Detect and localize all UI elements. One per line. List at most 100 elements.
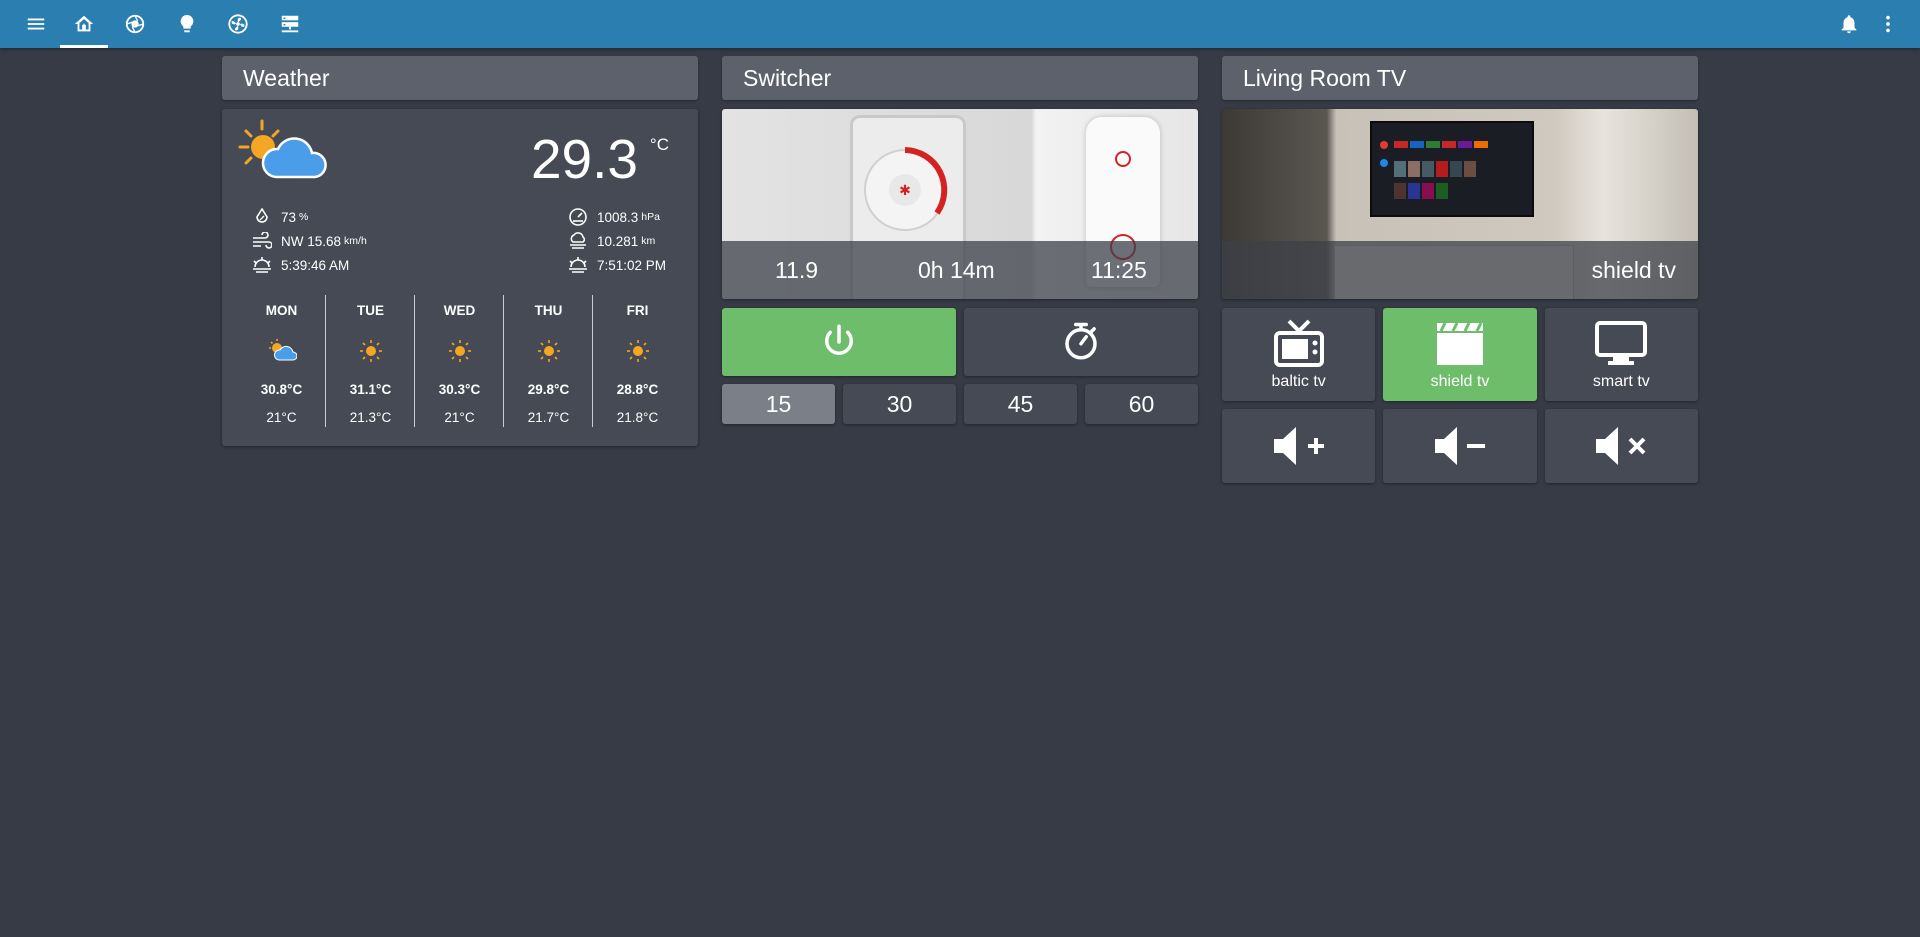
wind-icon xyxy=(253,232,272,249)
volume-plus-icon xyxy=(1273,427,1324,465)
wind-row: NW 15.68 km/h xyxy=(252,232,367,250)
forecast-day: THU 29.8°C 21.7°C xyxy=(503,295,593,427)
visibility-row: 10.281 km xyxy=(568,232,655,250)
pressure-unit: hPa xyxy=(641,211,660,223)
volume-mute-icon xyxy=(1596,427,1646,465)
timer-preset-15[interactable]: 15 xyxy=(722,384,835,424)
tab-servers[interactable] xyxy=(272,6,308,42)
timer-button[interactable] xyxy=(964,308,1198,376)
source-label: baltic tv xyxy=(1271,372,1326,390)
forecast-high: 29.8°C xyxy=(527,382,570,397)
switcher-picture-card[interactable]: ✱ 11.9 0h 14m 11:25 xyxy=(722,109,1198,299)
timer-preset-60[interactable]: 60 xyxy=(1085,384,1198,424)
menu-button[interactable] xyxy=(18,6,54,42)
switcher-title: Switcher xyxy=(722,56,1198,100)
source-shield-tv-button[interactable]: shield tv xyxy=(1383,308,1537,401)
tv-controls: baltic tv shield tv smart tv xyxy=(1222,308,1698,483)
tab-camera[interactable] xyxy=(117,6,153,42)
sunny-icon xyxy=(626,340,649,362)
server-icon xyxy=(281,15,299,33)
timer-dial-graphic: ✱ xyxy=(864,147,948,231)
power-icon xyxy=(825,324,853,355)
sunrise-icon xyxy=(253,257,271,273)
forecast-high: 31.1°C xyxy=(349,382,392,397)
forecast-high: 30.3°C xyxy=(438,382,481,397)
active-tab-indicator xyxy=(60,45,108,48)
volume-up-button[interactable] xyxy=(1222,409,1376,483)
humidity-row: 73% xyxy=(252,208,308,226)
tab-lights[interactable] xyxy=(169,6,205,42)
tv-title: Living Room TV xyxy=(1222,56,1698,100)
temperature-unit: °C xyxy=(649,135,669,154)
forecast-day-name: TUE xyxy=(357,303,384,318)
monitor-icon xyxy=(1595,320,1648,365)
power-toggle-button[interactable] xyxy=(722,308,956,376)
tv-screen-image xyxy=(1370,121,1534,217)
forecast-day: WED 30.3°C 21°C xyxy=(414,295,504,427)
weather-card[interactable]: 29.3 °C 73% NW 15.68 km/h 5:39:46 AM 1008… xyxy=(222,109,698,446)
weather-column: Weather 29.3 °C 73% NW 15.68 km/h 5:39:46… xyxy=(222,56,698,446)
current-temperature: 29.3 xyxy=(530,128,638,190)
bell-icon xyxy=(1841,15,1857,34)
visibility-value: 10.281 xyxy=(597,233,639,249)
auto-off-time: 11:25 xyxy=(1091,257,1147,283)
humidity-unit: % xyxy=(299,211,309,223)
humidity-icon xyxy=(256,208,268,223)
tv-column: Living Room TV shield tv baltic tv shiel… xyxy=(1222,56,1698,483)
switcher-info-overlay: 11.9 0h 14m 11:25 xyxy=(722,241,1198,299)
pressure-row: 1008.3 hPa xyxy=(568,208,660,226)
sunny-icon xyxy=(537,340,560,362)
menu-icon xyxy=(27,18,45,30)
partly-cloudy-icon xyxy=(268,339,297,361)
forecast-day-name: FRI xyxy=(626,303,649,318)
fan-icon xyxy=(228,14,248,34)
volume-mute-button[interactable] xyxy=(1544,409,1698,483)
source-label: smart tv xyxy=(1592,372,1650,390)
tv-info-overlay: shield tv xyxy=(1222,241,1698,299)
forecast-day-name: THU xyxy=(534,303,563,318)
tv-picture-card[interactable]: shield tv xyxy=(1222,109,1698,299)
timer-icon xyxy=(1065,322,1097,360)
timer-preset-30[interactable]: 30 xyxy=(843,384,956,424)
source-smart-tv-button[interactable]: smart tv xyxy=(1544,308,1698,401)
volume-down-button[interactable] xyxy=(1383,409,1537,483)
current-source-label: shield tv xyxy=(1591,257,1676,283)
partly-cloudy-icon xyxy=(238,119,327,179)
forecast-high: 30.8°C xyxy=(260,382,303,397)
wind-unit: km/h xyxy=(344,235,367,247)
source-label: shield tv xyxy=(1430,372,1490,390)
power-consumption: 11.9 xyxy=(775,257,819,283)
svg-text:✱: ✱ xyxy=(899,182,911,198)
humidity-value: 73 xyxy=(281,209,297,225)
volume-minus-icon xyxy=(1434,427,1485,465)
movie-clapper-icon xyxy=(1436,321,1483,365)
forecast-day-name: WED xyxy=(443,303,476,318)
tab-fans[interactable] xyxy=(220,6,256,42)
forecast-low: 21.3°C xyxy=(349,410,392,425)
tab-home[interactable] xyxy=(66,6,102,42)
tv-app-tiles-graphic xyxy=(1380,141,1488,199)
timer-presets: 15 30 45 60 xyxy=(722,384,1198,424)
switcher-column: Switcher ✱ 11.9 0h 14m 11:25 15 30 45 60 xyxy=(722,56,1198,424)
more-options-button[interactable] xyxy=(1870,6,1906,42)
gauge-icon xyxy=(569,208,587,226)
notifications-button[interactable] xyxy=(1831,6,1867,42)
timer-preset-45[interactable]: 45 xyxy=(964,384,1077,424)
forecast-day: MON 30.8°C 21°C xyxy=(237,295,326,427)
camera-lens-icon xyxy=(125,14,145,34)
weather-title: Weather xyxy=(222,56,698,100)
sunset-row: 7:51:02 PM xyxy=(568,256,666,274)
forecast-day: FRI 28.8°C 21.8°C xyxy=(592,295,682,427)
sunset-value: 7:51:02 PM xyxy=(597,257,667,273)
lightbulb-icon xyxy=(180,14,194,33)
source-baltic-tv-button[interactable]: baltic tv xyxy=(1222,308,1376,401)
forecast-low: 21.7°C xyxy=(527,410,570,425)
remaining-time: 0h 14m xyxy=(918,257,995,283)
top-app-bar xyxy=(0,0,1920,48)
forecast-low: 21°C xyxy=(444,410,475,425)
switcher-controls xyxy=(722,308,1198,376)
sunny-icon xyxy=(448,340,471,362)
home-icon xyxy=(74,15,94,32)
pressure-value: 1008.3 xyxy=(597,209,639,225)
fog-icon xyxy=(570,232,586,249)
